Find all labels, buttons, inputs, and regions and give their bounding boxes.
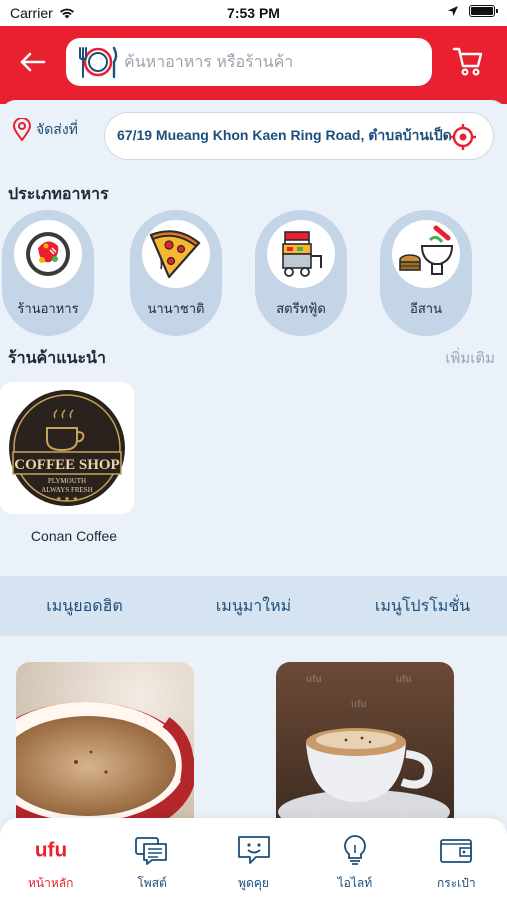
logo-line-3: ALWAYS FRESH xyxy=(41,486,93,494)
category-icon-wrap xyxy=(142,220,210,288)
nav-label: หน้าหลัก xyxy=(28,876,74,890)
pizza-icon xyxy=(149,230,201,279)
nav-wallet[interactable]: กระเป๋า xyxy=(406,818,507,900)
search-bar[interactable]: ค้นหาอาหาร หรือร้านค้า xyxy=(66,38,432,86)
battery-icon xyxy=(469,5,498,17)
menu-photo-cappuccino[interactable]: ufu ufu ufu ufu ufu xyxy=(276,662,454,832)
shop-card[interactable]: COFFEE SHOP PLYMOUTH ALWAYS FRESH ★ ★ ★ xyxy=(0,382,134,514)
food-cart-icon xyxy=(282,231,322,277)
category-isan[interactable]: อีสาน xyxy=(380,210,472,336)
location-pin-icon xyxy=(12,118,32,142)
category-label: อีสาน xyxy=(410,301,442,316)
category-icon-wrap xyxy=(392,220,460,288)
delivery-label-text: จัดส่งที่ xyxy=(36,121,78,137)
coffee-cup-closeup-image xyxy=(16,662,194,832)
category-icon-wrap xyxy=(14,220,82,288)
photo-watermark: ufu xyxy=(306,674,322,685)
nav-post[interactable]: โพสต์ xyxy=(101,818,202,900)
home-logo-icon: ufu xyxy=(31,832,71,868)
cart-icon[interactable] xyxy=(451,44,485,78)
nav-label: โพสต์ xyxy=(137,876,167,890)
locate-target-icon[interactable] xyxy=(449,123,477,151)
home-logo-text: ufu xyxy=(35,839,67,862)
see-more-link[interactable]: เพิ่มเติม xyxy=(445,346,495,370)
nav-label: กระเป๋า xyxy=(437,876,476,890)
back-arrow-icon[interactable] xyxy=(16,46,48,78)
category-international[interactable]: นานาชาติ xyxy=(130,210,222,336)
lightbulb-icon xyxy=(335,832,375,868)
nav-ilight[interactable]: ไอไลท์ xyxy=(304,818,405,900)
tab-popular-menu[interactable]: เมนูยอดฮิต xyxy=(0,594,169,619)
category-street-food[interactable]: สตรีทฟู้ด xyxy=(255,210,347,336)
logo-line-1: COFFEE SHOP xyxy=(14,457,119,473)
coffee-shop-logo: COFFEE SHOP PLYMOUTH ALWAYS FRESH ★ ★ ★ xyxy=(9,390,125,506)
address-field[interactable]: 67/19 Mueang Khon Kaen Ring Road, ตำบลบ้… xyxy=(104,112,494,160)
bottom-nav: ufu หน้าหลัก โพสต์ พูดคุย ไอไลท์ กระเป๋า xyxy=(0,818,507,900)
recommended-title: ร้านค้าแนะนำ xyxy=(8,350,106,367)
address-text: 67/19 Mueang Khon Kaen Ring Road, ตำบลบ้… xyxy=(117,127,452,143)
clock: 7:53 PM xyxy=(227,5,280,21)
app-header: ค้นหาอาหาร หรือร้านค้า xyxy=(0,26,507,104)
nav-label: พูดคุย xyxy=(238,876,269,890)
menu-photo-coffee[interactable] xyxy=(16,662,194,832)
categories-title: ประเภทอาหาร xyxy=(8,186,109,203)
photo-watermark: ufu xyxy=(351,699,367,710)
chat-icon xyxy=(234,832,274,868)
photo-watermark: ufu xyxy=(396,674,412,685)
category-label: ร้านอาหาร xyxy=(17,301,79,316)
nav-label: ไอไลท์ xyxy=(337,876,373,890)
nav-home[interactable]: ufu หน้าหลัก xyxy=(0,818,101,900)
category-restaurant[interactable]: ร้านอาหาร xyxy=(2,210,94,336)
status-bar: Carrier 7:53 PM xyxy=(0,0,507,26)
cappuccino-cup-image: ufu ufu ufu ufu ufu xyxy=(276,662,454,832)
svg-text:★ ★ ★: ★ ★ ★ xyxy=(56,495,79,503)
tab-new-menu[interactable]: เมนูมาใหม่ xyxy=(169,594,338,619)
status-right xyxy=(447,5,498,17)
tab-promotion-menu[interactable]: เมนูโปรโมชั่น xyxy=(338,594,507,619)
search-placeholder: ค้นหาอาหาร หรือร้านค้า xyxy=(124,53,294,71)
menu-tabs: เมนูยอดฮิต เมนูมาใหม่ เมนูโปรโมชั่น xyxy=(0,576,507,636)
mortar-pestle-icon xyxy=(399,225,454,275)
thai-dish-icon xyxy=(26,232,70,276)
logo-line-2: PLYMOUTH xyxy=(48,477,86,485)
nav-chat[interactable]: พูดคุย xyxy=(203,818,304,900)
category-label: นานาชาติ xyxy=(147,301,205,316)
plate-fork-knife-icon xyxy=(79,46,118,79)
shop-name[interactable]: Conan Coffee xyxy=(0,528,148,544)
category-icon-wrap xyxy=(267,220,335,288)
location-arrow-icon xyxy=(448,6,458,16)
post-icon xyxy=(132,832,172,868)
category-label: สตรีทฟู้ด xyxy=(276,301,326,316)
delivery-label: จัดส่งที่ xyxy=(12,118,78,142)
wallet-icon xyxy=(436,832,476,868)
